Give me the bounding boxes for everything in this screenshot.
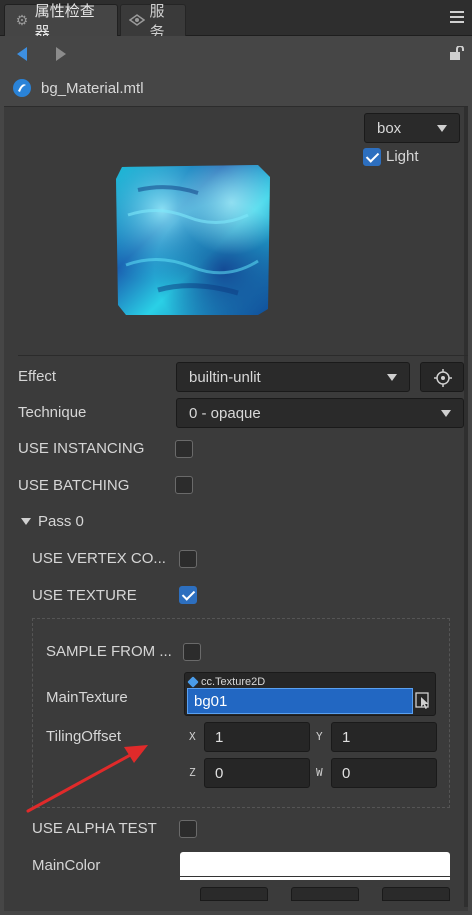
use-instancing-checkbox[interactable] xyxy=(175,440,193,458)
technique-label: Technique xyxy=(18,404,87,421)
preview-shape-value: box xyxy=(377,119,402,137)
technique-value: 0 - opaque xyxy=(189,404,261,422)
bottom-button-1[interactable] xyxy=(200,887,268,901)
pick-asset-icon[interactable] xyxy=(415,692,431,710)
annotation-arrow xyxy=(26,745,148,813)
chevron-down-icon xyxy=(387,374,397,381)
inspector-panel: box Light Effect builtin-unlit Technique… xyxy=(4,106,468,911)
asset-type-tag: cc.Texture2D xyxy=(187,675,266,689)
tab-inspector[interactable]: ⚙ 属性检查器 xyxy=(4,3,118,41)
offset-w-label: W xyxy=(316,766,323,779)
light-label: Light xyxy=(386,148,419,165)
asset-header: bg_Material.mtl xyxy=(0,72,472,104)
use-vertex-color-checkbox[interactable] xyxy=(179,550,197,568)
offset-z-label: Z xyxy=(189,766,196,779)
main-color-alpha-bar xyxy=(180,876,450,880)
use-texture-checkbox[interactable] xyxy=(179,586,197,604)
texture-type-icon xyxy=(187,676,199,688)
offset-z-input[interactable]: 0 xyxy=(204,758,310,788)
technique-select[interactable]: 0 - opaque xyxy=(176,398,464,428)
tiling-x-label: X xyxy=(189,730,196,743)
pass-label[interactable]: Pass 0 xyxy=(38,513,84,530)
navigation-row xyxy=(0,36,472,72)
bottom-button-3[interactable] xyxy=(382,887,450,901)
effect-select[interactable]: builtin-unlit xyxy=(176,362,410,392)
tiling-x-input[interactable]: 1 xyxy=(204,722,310,752)
crosshair-icon xyxy=(434,369,452,387)
sample-from-label: SAMPLE FROM ... xyxy=(46,643,172,660)
asset-file-name: bg_Material.mtl xyxy=(41,79,144,97)
light-checkbox[interactable] xyxy=(363,148,381,166)
use-instancing-label: USE INSTANCING xyxy=(18,440,145,457)
tab-bar: ⚙ 属性检查器 服务 xyxy=(0,0,472,41)
material-icon xyxy=(13,79,31,97)
tiling-y-value: 1 xyxy=(342,728,351,746)
effect-label: Effect xyxy=(18,368,57,385)
use-vertex-color-label: USE VERTEX CO... xyxy=(32,550,166,567)
use-batching-label: USE BATCHING xyxy=(18,477,130,494)
offset-z-value: 0 xyxy=(215,764,224,782)
effect-value: builtin-unlit xyxy=(189,368,261,386)
use-texture-label: USE TEXTURE xyxy=(32,587,137,604)
main-texture-asset-field[interactable]: cc.Texture2D bg01 xyxy=(184,672,436,716)
divider xyxy=(18,355,468,356)
preview-shape-select[interactable]: box xyxy=(364,113,460,143)
panel-menu-icon[interactable] xyxy=(450,9,464,25)
use-alpha-test-label: USE ALPHA TEST xyxy=(32,820,157,837)
tiling-y-label: Y xyxy=(316,730,323,743)
forward-arrow-icon[interactable] xyxy=(56,47,66,61)
use-alpha-test-checkbox[interactable] xyxy=(179,820,197,838)
material-preview-cube[interactable] xyxy=(108,155,274,325)
unlock-icon[interactable] xyxy=(450,46,464,60)
locate-effect-button[interactable] xyxy=(420,362,464,392)
pass-foldout-arrow-icon[interactable] xyxy=(21,518,31,525)
main-color-label: MainColor xyxy=(32,857,101,874)
use-batching-checkbox[interactable] xyxy=(175,476,193,494)
main-texture-value-field[interactable]: bg01 xyxy=(187,688,413,714)
gear-icon: ⚙ xyxy=(15,12,29,28)
main-texture-label: MainTexture xyxy=(46,689,128,706)
tab-services[interactable]: 服务 xyxy=(120,3,186,41)
bottom-button-2[interactable] xyxy=(291,887,359,901)
tiling-x-value: 1 xyxy=(215,728,224,746)
scrollbar[interactable] xyxy=(464,107,468,907)
chevron-down-icon xyxy=(441,410,451,417)
main-texture-value: bg01 xyxy=(194,692,228,710)
eye-icon xyxy=(128,13,146,29)
offset-w-input[interactable]: 0 xyxy=(331,758,437,788)
tiling-y-input[interactable]: 1 xyxy=(331,722,437,752)
sample-from-checkbox[interactable] xyxy=(183,643,201,661)
back-arrow-icon[interactable] xyxy=(17,47,27,61)
offset-w-value: 0 xyxy=(342,764,351,782)
asset-type-label: cc.Texture2D xyxy=(201,676,266,688)
chevron-down-icon xyxy=(437,125,447,132)
